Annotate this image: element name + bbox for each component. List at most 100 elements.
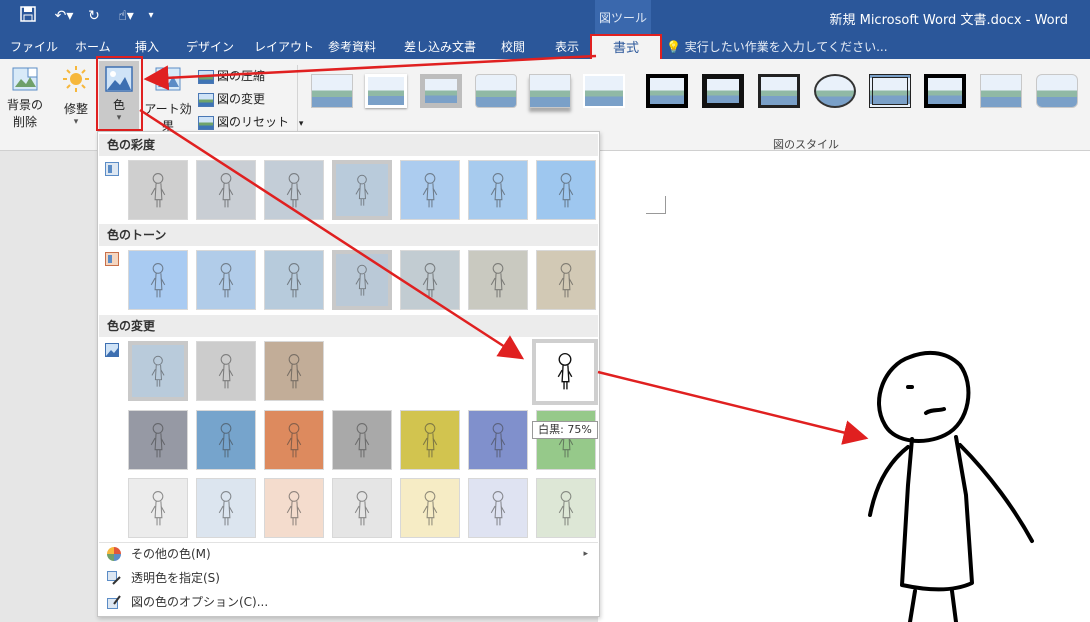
- style-thumbnail[interactable]: [529, 74, 571, 108]
- artistic-effects-button[interactable]: アート効果: [142, 65, 194, 133]
- redo-icon[interactable]: ↻: [84, 6, 104, 26]
- style-thumbnail[interactable]: [583, 74, 625, 108]
- document-title: 新規 Microsoft Word 文書.docx - Word: [829, 13, 1068, 28]
- color-wheel-icon: [107, 547, 121, 561]
- tab-review[interactable]: 校閲: [501, 38, 525, 56]
- color-swatch[interactable]: [536, 410, 596, 470]
- customize-toolbar-icon[interactable]: ▾: [144, 6, 158, 26]
- style-thumbnail[interactable]: [1036, 74, 1078, 108]
- change-picture-button[interactable]: 図の変更: [198, 90, 265, 107]
- stick-figure-picture[interactable]: [840, 345, 1060, 622]
- picture-styles-gallery: [303, 62, 1090, 142]
- reset-picture-icon: [198, 115, 214, 130]
- color-swatch[interactable]: [264, 410, 324, 470]
- tab-insert[interactable]: 挿入: [135, 38, 159, 56]
- color-swatch[interactable]: [400, 478, 460, 538]
- tell-me-search[interactable]: 💡 実行したい作業を入力してください...: [666, 38, 888, 55]
- tab-layout[interactable]: レイアウト: [254, 38, 314, 56]
- tab-design[interactable]: デザイン: [186, 38, 234, 56]
- recolor-icon: [105, 343, 119, 357]
- color-swatch[interactable]: [264, 160, 324, 220]
- color-swatch[interactable]: [468, 250, 528, 310]
- color-swatch[interactable]: [128, 160, 188, 220]
- color-swatch[interactable]: [128, 410, 188, 470]
- color-swatch[interactable]: [400, 160, 460, 220]
- artistic-effects-icon: [155, 67, 181, 91]
- style-thumbnail[interactable]: [814, 74, 856, 108]
- color-swatch[interactable]: [332, 250, 392, 310]
- style-thumbnail[interactable]: [869, 74, 911, 108]
- color-swatch[interactable]: [536, 478, 596, 538]
- color-options-icon: [107, 595, 121, 609]
- transparent-color-icon: [107, 571, 121, 585]
- save-icon[interactable]: [18, 6, 38, 26]
- color-swatch[interactable]: [536, 160, 596, 220]
- color-swatch[interactable]: [536, 250, 596, 310]
- annotation-box: [96, 56, 143, 131]
- paragraph-corner-mark: [646, 196, 666, 214]
- corrections-button[interactable]: 修整 ▾: [56, 65, 96, 131]
- color-swatch[interactable]: [196, 478, 256, 538]
- picture-styles-caption: 図のスタイル: [773, 138, 839, 151]
- color-swatch[interactable]: [400, 250, 460, 310]
- picture-color-options-menu-item[interactable]: 図の色のオプション(C)...: [99, 590, 598, 614]
- color-dropdown-panel: 色の彩度 色のトーン 色の変更 その他の色(M) ▸ 透明色を指定(S) 図の色…: [97, 131, 600, 617]
- color-swatch[interactable]: [128, 250, 188, 310]
- color-swatch[interactable]: [332, 160, 392, 220]
- style-thumbnail[interactable]: [702, 74, 744, 108]
- style-thumbnail[interactable]: [420, 74, 462, 108]
- color-swatch[interactable]: [468, 478, 528, 538]
- saturation-icon: [105, 162, 119, 176]
- style-thumbnail[interactable]: [365, 74, 407, 108]
- remove-background-icon: [12, 67, 38, 91]
- color-swatch[interactable]: [332, 478, 392, 538]
- reset-picture-button[interactable]: 図のリセット ▾: [198, 113, 303, 130]
- remove-background-button[interactable]: 背景の 削除: [4, 65, 46, 131]
- color-swatch[interactable]: [128, 341, 188, 401]
- color-swatch[interactable]: [264, 341, 324, 401]
- touch-mode-icon[interactable]: ☝▾: [112, 6, 140, 26]
- style-thumbnail[interactable]: [980, 74, 1022, 108]
- submenu-arrow-icon: ▸: [583, 549, 588, 559]
- color-swatch[interactable]: [332, 410, 392, 470]
- chevron-down-icon: ▾: [73, 117, 79, 127]
- tone-icon: [105, 252, 119, 266]
- style-thumbnail[interactable]: [646, 74, 688, 108]
- tab-mailings[interactable]: 差し込み文書: [404, 38, 476, 56]
- compress-icon: [198, 69, 214, 84]
- title-bar: ↶▾ ↻ ☝▾ ▾ 図ツール 新規 Microsoft Word 文書.docx…: [0, 0, 1090, 34]
- color-swatch[interactable]: [468, 410, 528, 470]
- picture-tools-context-label: 図ツール: [595, 0, 651, 34]
- swatch-tooltip: 白黒: 75%: [532, 421, 598, 439]
- tab-home[interactable]: ホーム: [75, 38, 111, 56]
- style-thumbnail[interactable]: [924, 74, 966, 108]
- set-transparent-color-menu-item[interactable]: 透明色を指定(S): [99, 566, 598, 590]
- color-swatch[interactable]: [196, 250, 256, 310]
- change-picture-icon: [198, 92, 214, 107]
- more-colors-menu-item[interactable]: その他の色(M) ▸: [99, 542, 598, 566]
- style-thumbnail[interactable]: [311, 74, 353, 108]
- lightbulb-icon: 💡: [666, 40, 681, 54]
- tone-section-header: 色のトーン: [99, 224, 598, 246]
- compress-pictures-button[interactable]: 図の圧縮: [198, 67, 265, 84]
- tab-references[interactable]: 参考資料: [328, 38, 376, 56]
- color-swatch[interactable]: [468, 160, 528, 220]
- undo-icon[interactable]: ↶▾: [48, 6, 80, 26]
- color-swatch[interactable]: [196, 160, 256, 220]
- saturation-section-header: 色の彩度: [99, 134, 598, 156]
- color-swatch[interactable]: [128, 478, 188, 538]
- sun-icon: [63, 66, 89, 92]
- swatch-black-white-75[interactable]: [532, 339, 598, 405]
- tab-view[interactable]: 表示: [555, 38, 579, 56]
- color-swatch[interactable]: [196, 410, 256, 470]
- tab-format[interactable]: 書式: [590, 34, 662, 61]
- recolor-section-header: 色の変更: [99, 315, 598, 337]
- color-swatch[interactable]: [264, 250, 324, 310]
- ribbon-tab-row: ファイル ホーム 挿入 デザイン レイアウト 参考資料 差し込み文書 校閲 表示…: [0, 34, 1090, 59]
- tab-file[interactable]: ファイル: [10, 38, 58, 56]
- color-swatch[interactable]: [196, 341, 256, 401]
- color-swatch[interactable]: [400, 410, 460, 470]
- style-thumbnail[interactable]: [475, 74, 517, 108]
- style-thumbnail[interactable]: [758, 74, 800, 108]
- color-swatch[interactable]: [264, 478, 324, 538]
